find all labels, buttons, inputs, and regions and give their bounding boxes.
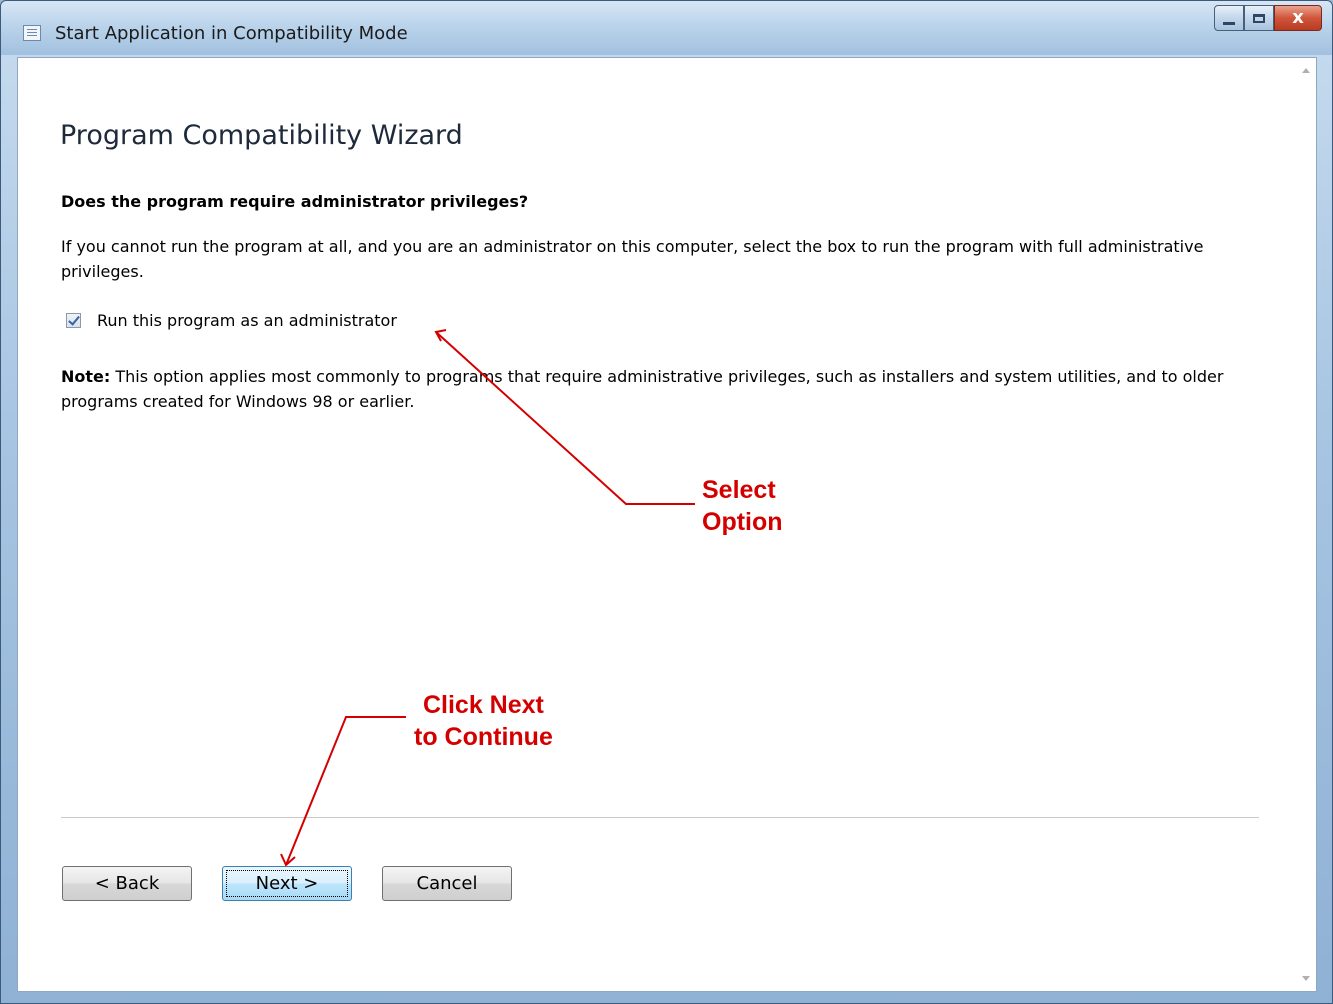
next-button[interactable]: Next > — [222, 866, 352, 901]
run-as-admin-label[interactable]: Run this program as an administrator — [97, 311, 397, 330]
close-button[interactable]: x — [1274, 5, 1322, 31]
window-title: Start Application in Compatibility Mode — [55, 23, 408, 44]
maximize-button[interactable] — [1244, 5, 1274, 31]
select-option-arrow — [434, 329, 695, 505]
question-heading: Does the program require administrator p… — [61, 192, 529, 211]
note-body: This option applies most commonly to pro… — [61, 367, 1224, 411]
click-next-arrow — [280, 716, 406, 867]
title-bar[interactable]: Start Application in Compatibility Mode … — [1, 1, 1332, 55]
wizard-window: Start Application in Compatibility Mode … — [0, 0, 1333, 1004]
run-as-admin-checkbox[interactable] — [66, 313, 81, 328]
annotation-line: Select — [702, 476, 776, 504]
window-app-icon — [23, 25, 41, 41]
note-label: Note: — [61, 367, 111, 386]
focus-rectangle — [226, 870, 348, 897]
annotation-line: to Continue — [414, 723, 553, 751]
page-title: Program Compatibility Wizard — [60, 120, 463, 151]
scroll-down-arrow-icon[interactable] — [1302, 976, 1310, 981]
wizard-content: Program Compatibility Wizard Does the pr… — [17, 57, 1317, 992]
back-button[interactable]: < Back — [62, 866, 192, 901]
maximize-icon — [1253, 13, 1265, 23]
minimize-button[interactable] — [1214, 5, 1244, 31]
minimize-icon — [1223, 21, 1235, 25]
cancel-button[interactable]: Cancel — [382, 866, 512, 901]
select-option-annotation: Select Option — [702, 474, 783, 538]
annotation-line: Option — [702, 508, 783, 536]
note-text: Note: This option applies most commonly … — [61, 364, 1261, 414]
close-icon: x — [1292, 7, 1304, 28]
run-as-admin-option[interactable]: Run this program as an administrator — [66, 311, 397, 330]
annotation-line: Click Next — [422, 691, 544, 719]
footer-divider — [61, 817, 1259, 818]
window-controls: x — [1214, 5, 1322, 31]
click-next-annotation: Click Next to Continue — [414, 689, 553, 753]
description-text: If you cannot run the program at all, an… — [61, 237, 1204, 281]
scroll-up-arrow-icon[interactable] — [1302, 68, 1310, 73]
